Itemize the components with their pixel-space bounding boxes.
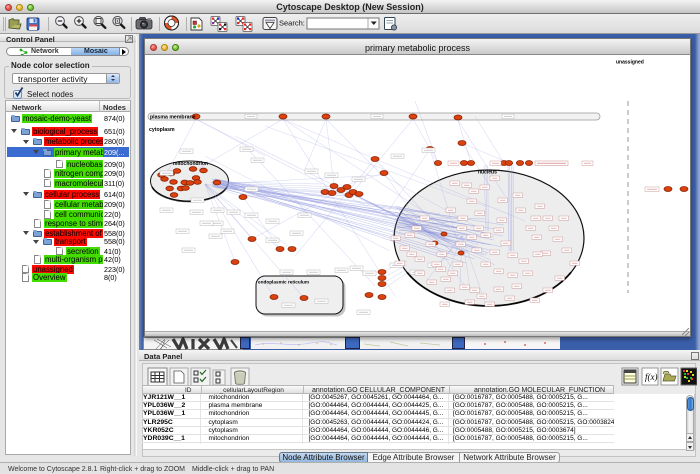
svg-text:Search:: Search:	[279, 19, 305, 28]
svg-text:plasma membrane: plasma membrane	[150, 115, 196, 121]
svg-text:cytoplasm: cytoplasm	[149, 127, 175, 133]
svg-text:endoplasmic reticulum: endoplasmic reticulum	[258, 280, 309, 285]
svg-text:f(x): f(x)	[645, 372, 658, 382]
svg-text:nucleus: nucleus	[478, 170, 497, 176]
svg-text:unassigned: unassigned	[616, 60, 644, 66]
svg-text:mitochondrion: mitochondrion	[173, 161, 208, 167]
